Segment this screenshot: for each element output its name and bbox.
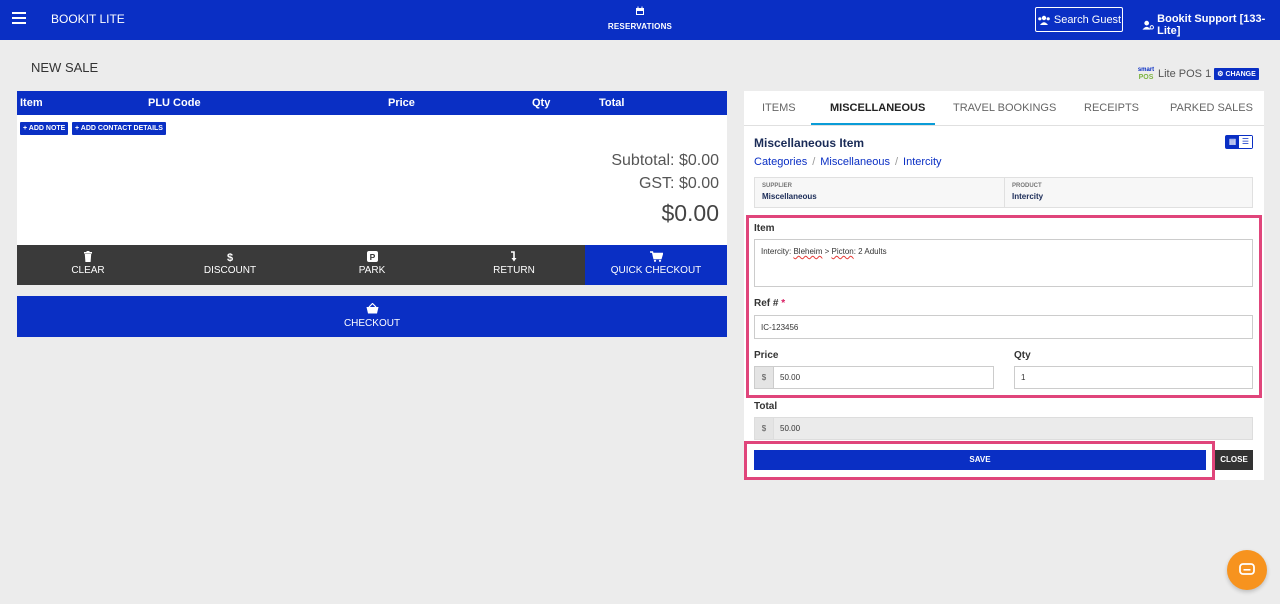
parking-icon: P xyxy=(301,251,443,265)
breadcrumb-miscellaneous[interactable]: Miscellaneous xyxy=(820,156,890,168)
breadcrumb-intercity[interactable]: Intercity xyxy=(903,156,942,168)
return-button[interactable]: RETURN xyxy=(443,245,585,285)
page-title: NEW SALE xyxy=(31,60,99,75)
breadcrumb-categories[interactable]: Categories xyxy=(754,156,807,168)
col-qty: Qty xyxy=(532,97,551,109)
trash-icon xyxy=(17,251,159,265)
tab-items[interactable]: ITEMS xyxy=(762,102,796,114)
supplier-label: SUPPLIER xyxy=(762,183,793,189)
plus-icon: + xyxy=(23,125,28,132)
logo-bottom-text: POS xyxy=(1138,74,1154,81)
view-toggle: ▦ ☰ xyxy=(1225,135,1253,149)
dollar-icon: $ xyxy=(226,252,234,264)
user-menu[interactable]: Bookit Support [133-Lite] xyxy=(1142,13,1280,37)
col-plu: PLU Code xyxy=(148,97,201,109)
grid-view-icon[interactable]: ▦ xyxy=(1226,136,1239,148)
chat-widget-button[interactable] xyxy=(1227,550,1267,590)
gst-value: $0.00 xyxy=(678,175,719,192)
checkout-button[interactable]: CHECKOUT xyxy=(17,296,727,337)
return-arrow-icon xyxy=(443,251,585,265)
nav-reservations[interactable]: RESERVATIONS xyxy=(600,5,680,31)
change-pos-label: CHANGE xyxy=(1225,71,1256,78)
subtotal-value: $0.00 xyxy=(678,152,719,169)
col-item: Item xyxy=(20,97,43,109)
checkout-label: CHECKOUT xyxy=(343,318,401,329)
subtotal-label: Subtotal: xyxy=(611,152,675,169)
product-cell: PRODUCT Intercity xyxy=(1012,183,1043,201)
user-cog-icon xyxy=(1142,20,1154,30)
save-button[interactable]: SAVE xyxy=(754,450,1206,470)
col-total: Total xyxy=(599,97,625,109)
gst-label: GST: xyxy=(638,175,675,192)
menu-icon[interactable] xyxy=(12,12,26,24)
supplier-value: Miscellaneous xyxy=(762,192,817,201)
nav-reservations-label: RESERVATIONS xyxy=(607,22,673,31)
total-input: 50.00 xyxy=(773,417,1253,440)
park-button[interactable]: P PARK xyxy=(301,245,443,285)
basket-icon xyxy=(17,302,727,318)
quick-checkout-label: QUICK CHECKOUT xyxy=(610,265,702,276)
total-currency-prefix: $ xyxy=(754,417,773,440)
top-navbar: BOOKIT LITE RESERVATIONS Search Guest Bo… xyxy=(0,0,1280,40)
supplier-cell: SUPPLIER Miscellaneous xyxy=(762,183,817,201)
list-view-icon[interactable]: ☰ xyxy=(1239,136,1252,148)
pos-name: Lite POS 1 xyxy=(1158,68,1212,80)
plus-icon: + xyxy=(75,125,80,132)
svg-text:P: P xyxy=(369,252,375,262)
pos-info: smart POS Lite POS 1 ⚙ CHANGE xyxy=(1137,67,1259,81)
panel-tabs: ITEMS MISCELLANEOUS TRAVEL BOOKINGS RECE… xyxy=(744,91,1264,126)
col-price: Price xyxy=(388,97,415,109)
gear-icon: ⚙ xyxy=(1217,71,1224,78)
cart-icon xyxy=(585,251,727,265)
close-button[interactable]: CLOSE xyxy=(1215,450,1253,470)
total-label: Total xyxy=(754,401,778,412)
park-label: PARK xyxy=(358,265,386,276)
clear-button[interactable]: CLEAR xyxy=(17,245,159,285)
supplier-product-info: SUPPLIER Miscellaneous PRODUCT Intercity xyxy=(754,177,1253,208)
discount-label: DISCOUNT xyxy=(203,265,257,276)
quick-checkout-button[interactable]: QUICK CHECKOUT xyxy=(585,245,727,285)
add-note-button[interactable]: + ADD NOTE xyxy=(20,122,69,135)
change-pos-button[interactable]: ⚙ CHANGE xyxy=(1214,68,1259,80)
search-guest-label: Search Guest xyxy=(1053,13,1122,26)
cart-total: $0.00 xyxy=(661,200,719,226)
add-contact-label: ADD CONTACT DETAILS xyxy=(80,125,163,132)
tab-miscellaneous[interactable]: MISCELLANEOUS xyxy=(830,102,925,114)
form-highlight-box xyxy=(746,215,1262,398)
logo-top-text: smart xyxy=(1137,67,1155,73)
app-title[interactable]: BOOKIT LITE xyxy=(51,12,125,26)
tab-travel-bookings[interactable]: TRAVEL BOOKINGS xyxy=(953,102,1056,114)
smartpos-logo: smart POS xyxy=(1137,67,1155,81)
add-contact-button[interactable]: + ADD CONTACT DETAILS xyxy=(72,122,166,135)
add-note-label: ADD NOTE xyxy=(28,125,66,132)
users-icon xyxy=(1038,15,1050,25)
active-tab-indicator xyxy=(811,123,935,125)
return-label: RETURN xyxy=(493,265,535,276)
gst-line: GST: $0.00 xyxy=(639,175,719,193)
calendar-icon xyxy=(636,6,644,15)
misc-item-title: Miscellaneous Item xyxy=(754,136,865,150)
user-label: Bookit Support [133-Lite] xyxy=(1157,13,1266,37)
search-guest-button[interactable]: Search Guest xyxy=(1035,7,1123,32)
cart-body: + ADD NOTE + ADD CONTACT DETAILS Subtota… xyxy=(17,115,727,245)
subtotal-line: Subtotal: $0.00 xyxy=(611,152,719,170)
product-value: Intercity xyxy=(1012,192,1044,201)
chat-icon xyxy=(1239,563,1255,575)
product-label: PRODUCT xyxy=(1012,183,1042,189)
clear-label: CLEAR xyxy=(71,265,105,276)
breadcrumb: Categories / Miscellaneous / Intercity xyxy=(754,156,942,168)
cart-header: Item PLU Code Price Qty Total xyxy=(17,91,727,115)
tab-receipts[interactable]: RECEIPTS xyxy=(1084,102,1139,114)
discount-button[interactable]: $ DISCOUNT xyxy=(159,245,301,285)
cart-actions: CLEAR $ DISCOUNT P PARK RETURN QUICK CHE… xyxy=(17,245,727,285)
tab-parked-sales[interactable]: PARKED SALES xyxy=(1170,102,1253,114)
